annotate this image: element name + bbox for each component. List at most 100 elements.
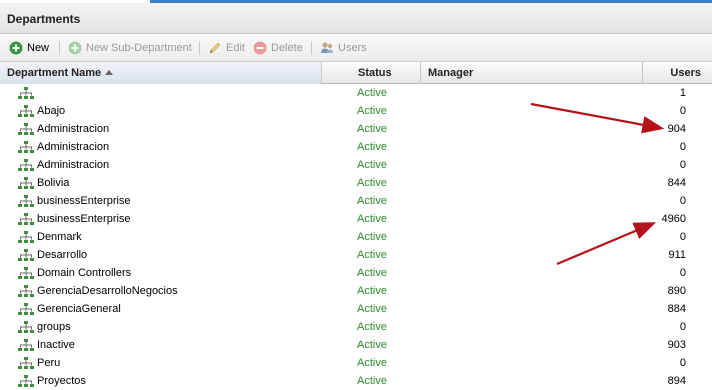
department-name: Abajo bbox=[37, 105, 66, 117]
new-button-label: New bbox=[27, 42, 50, 54]
minus-circle-icon bbox=[253, 41, 267, 55]
status-cell: Active bbox=[357, 249, 387, 261]
column-header-users[interactable]: Users bbox=[643, 62, 712, 84]
department-name-cell: groups bbox=[18, 318, 338, 336]
department-name: Domain Controllers bbox=[37, 267, 132, 279]
column-header-label: Manager bbox=[428, 67, 474, 79]
users-count-cell: 0 bbox=[679, 357, 686, 369]
department-name-cell: Bolivia bbox=[18, 174, 338, 192]
org-tree-icon bbox=[18, 284, 34, 297]
org-tree-icon bbox=[18, 266, 34, 279]
users-count-cell: 0 bbox=[679, 231, 686, 243]
column-header-department-name[interactable]: Department Name bbox=[0, 62, 322, 84]
table-row[interactable]: GerenciaGeneral Active 884 bbox=[0, 300, 712, 318]
department-name-cell: businessEnterprise bbox=[18, 210, 338, 228]
department-name-cell: Inactive bbox=[18, 336, 338, 354]
new-sub-department-button[interactable]: New Sub-Department bbox=[68, 39, 192, 57]
users-count-cell: 0 bbox=[679, 141, 686, 153]
org-tree-icon bbox=[18, 86, 34, 99]
column-header-label: Department Name bbox=[7, 67, 102, 79]
status-cell: Active bbox=[357, 303, 387, 315]
delete-button[interactable]: Delete bbox=[253, 39, 303, 57]
department-name: Peru bbox=[37, 357, 61, 369]
table-row[interactable]: Administracion Active 0 bbox=[0, 156, 712, 174]
table-row[interactable]: Inactive Active 903 bbox=[0, 336, 712, 354]
edit-button-label: Edit bbox=[226, 42, 245, 54]
department-name-cell: Administracion bbox=[18, 156, 338, 174]
toolbar-separator bbox=[199, 41, 200, 55]
org-tree-icon bbox=[18, 194, 34, 207]
users-button-label: Users bbox=[338, 42, 367, 54]
department-name: Inactive bbox=[37, 339, 75, 351]
status-cell: Active bbox=[357, 339, 387, 351]
department-name: groups bbox=[37, 321, 71, 333]
status-cell: Active bbox=[357, 87, 387, 99]
department-name: Proyectos bbox=[37, 375, 86, 387]
org-tree-icon bbox=[18, 176, 34, 189]
org-tree-icon bbox=[18, 248, 34, 261]
users-count-cell: 911 bbox=[668, 249, 686, 261]
table-row[interactable]: Administracion Active 904 bbox=[0, 120, 712, 138]
table-row[interactable]: Active 1 bbox=[0, 84, 712, 102]
table-row[interactable]: groups Active 0 bbox=[0, 318, 712, 336]
users-count-cell: 884 bbox=[667, 303, 686, 315]
department-name-cell: Denmark bbox=[18, 228, 338, 246]
status-cell: Active bbox=[357, 159, 387, 171]
department-name: GerenciaGeneral bbox=[37, 303, 121, 315]
org-tree-icon bbox=[18, 104, 34, 117]
users-count-cell: 0 bbox=[679, 321, 686, 333]
users-icon bbox=[321, 42, 333, 53]
table-row[interactable]: GerenciaDesarrolloNegocios Active 890 bbox=[0, 282, 712, 300]
delete-button-label: Delete bbox=[271, 42, 303, 54]
plus-circle-icon bbox=[68, 41, 82, 55]
table-row[interactable]: Denmark Active 0 bbox=[0, 228, 712, 246]
department-list: Active 1 Abajo Active 0 Administracion Active 9… bbox=[0, 84, 712, 388]
org-tree-icon bbox=[18, 320, 34, 333]
table-row[interactable]: Administracion Active 0 bbox=[0, 138, 712, 156]
department-name: Desarrollo bbox=[37, 249, 88, 261]
status-cell: Active bbox=[357, 123, 387, 135]
users-button[interactable]: Users bbox=[320, 39, 367, 57]
department-name-cell: Desarrollo bbox=[18, 246, 338, 264]
department-name: businessEnterprise bbox=[37, 195, 131, 207]
org-tree-icon bbox=[18, 158, 34, 171]
edit-button[interactable]: Edit bbox=[208, 39, 245, 57]
org-tree-icon bbox=[18, 212, 34, 225]
table-row[interactable]: Abajo Active 0 bbox=[0, 102, 712, 120]
table-row[interactable]: Bolivia Active 844 bbox=[0, 174, 712, 192]
column-header-label: Status bbox=[358, 67, 392, 79]
department-name: Denmark bbox=[37, 231, 82, 243]
department-name: Administracion bbox=[37, 159, 110, 171]
status-cell: Active bbox=[357, 213, 387, 225]
column-header-status[interactable]: Status bbox=[322, 62, 421, 84]
org-tree-icon bbox=[18, 140, 34, 153]
users-count-cell: 0 bbox=[679, 267, 686, 279]
users-count-cell: 903 bbox=[667, 339, 686, 351]
org-tree-icon bbox=[18, 338, 34, 351]
table-row[interactable]: Proyectos Active 894 bbox=[0, 372, 712, 390]
new-sub-department-label: New Sub-Department bbox=[86, 42, 192, 54]
table-row[interactable]: Peru Active 0 bbox=[0, 354, 712, 372]
org-tree-icon bbox=[18, 356, 34, 369]
toolbar-separator bbox=[59, 41, 60, 55]
department-name: businessEnterprise bbox=[37, 213, 131, 225]
org-tree-icon bbox=[18, 374, 34, 387]
department-name: GerenciaDesarrolloNegocios bbox=[37, 285, 178, 297]
org-tree-icon bbox=[18, 122, 34, 135]
new-button[interactable]: New bbox=[9, 39, 49, 57]
users-count-cell: 0 bbox=[679, 195, 686, 207]
table-row[interactable]: Desarrollo Active 911 bbox=[0, 246, 712, 264]
table-row[interactable]: Domain Controllers Active 0 bbox=[0, 264, 712, 282]
org-tree-icon bbox=[18, 230, 34, 243]
table-row[interactable]: businessEnterprise Active 4960 bbox=[0, 210, 712, 228]
users-count-cell: 1 bbox=[679, 87, 686, 99]
users-count-cell: 890 bbox=[667, 285, 686, 297]
status-cell: Active bbox=[357, 195, 387, 207]
table-row[interactable]: businessEnterprise Active 0 bbox=[0, 192, 712, 210]
department-name-cell: GerenciaGeneral bbox=[18, 300, 338, 318]
plus-circle-icon bbox=[9, 41, 23, 55]
department-name-cell: Abajo bbox=[18, 102, 338, 120]
department-name-cell: GerenciaDesarrolloNegocios bbox=[18, 282, 338, 300]
panel-header: Departments bbox=[0, 3, 712, 34]
column-header-manager[interactable]: Manager bbox=[421, 62, 643, 84]
